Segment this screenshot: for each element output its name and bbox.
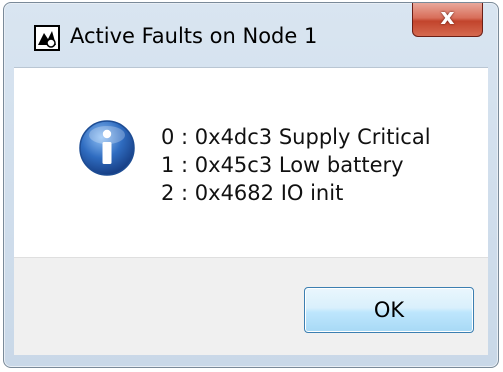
window-title: Active Faults on Node 1 bbox=[70, 24, 318, 48]
fault-line-2: 2 : 0x4682 IO init bbox=[161, 181, 344, 205]
fault-line-0: 0 : 0x4dc3 Supply Critical bbox=[161, 125, 431, 149]
button-bar: OK bbox=[14, 257, 488, 355]
ok-button[interactable]: OK bbox=[304, 287, 474, 333]
info-icon bbox=[78, 119, 136, 177]
message-area: 0 : 0x4dc3 Supply Critical 1 : 0x45c3 Lo… bbox=[14, 67, 488, 258]
fault-message: 0 : 0x4dc3 Supply Critical 1 : 0x45c3 Lo… bbox=[161, 123, 431, 207]
dialog-window: Active Faults on Node 1 x 0: 0x4dc3 Sup… bbox=[3, 2, 499, 368]
title-bar[interactable]: Active Faults on Node 1 x bbox=[4, 3, 498, 63]
close-icon: x bbox=[440, 5, 455, 30]
fault-line-1: 1 : 0x45c3 Low battery bbox=[161, 153, 404, 177]
close-button[interactable]: x bbox=[412, 3, 483, 37]
dialog-app-icon bbox=[34, 25, 60, 51]
